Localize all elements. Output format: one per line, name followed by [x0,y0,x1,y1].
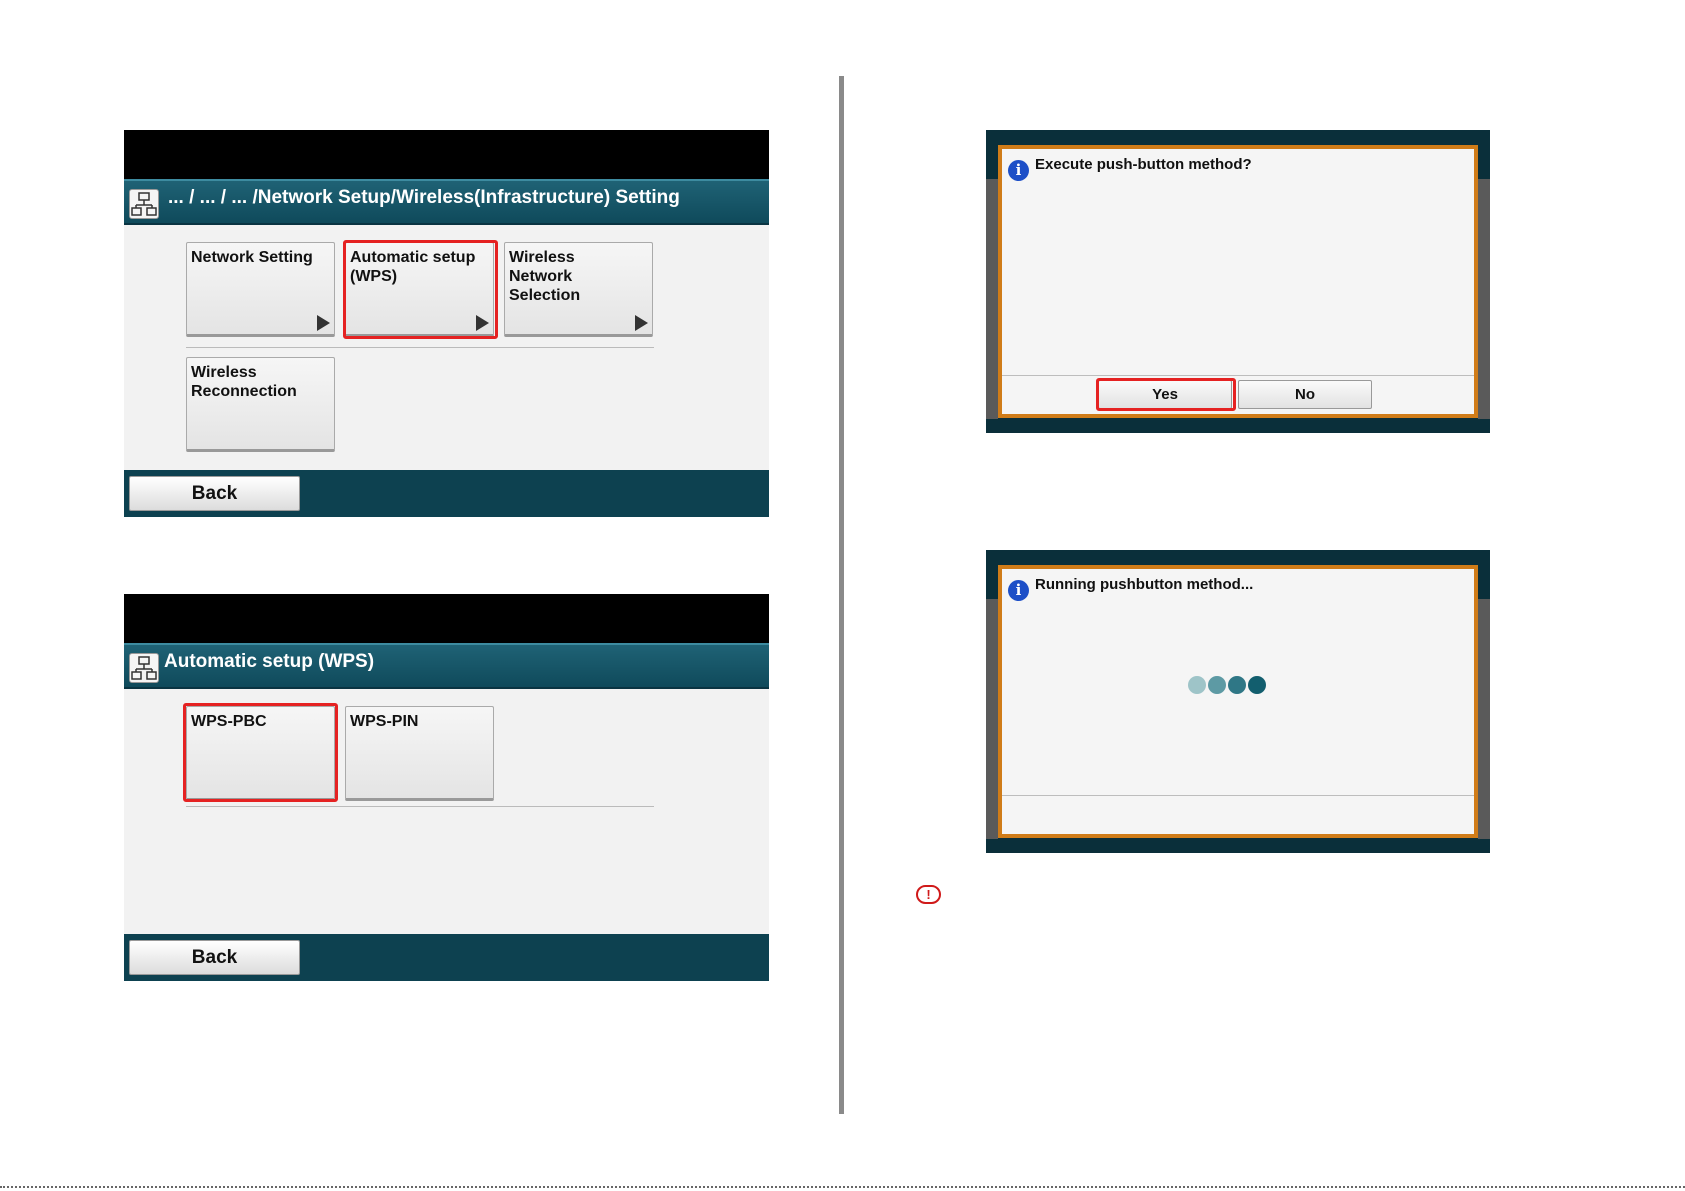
info-icon: i [1008,580,1029,601]
dialog-message: Running pushbutton method... [1035,576,1254,593]
arrow-right-icon [635,315,648,331]
background-edge [1478,599,1490,839]
highlight-frame [1096,378,1236,411]
tile-label: Wireless Network Selection [509,249,581,304]
row-separator [186,347,654,348]
network-icon [129,653,159,683]
back-button[interactable]: Back [129,476,300,511]
tile-wireless-network-selection[interactable]: Wireless Network Selection [504,242,653,337]
progress-dialog: i Running pushbutton method... [998,565,1478,838]
network-icon [129,189,159,219]
highlight-frame [343,240,498,339]
dialog-message: Execute push-button method? [1035,156,1252,173]
page-title: Automatic setup (WPS) [164,651,375,672]
loading-spinner [1188,674,1278,696]
status-bar [124,594,769,643]
background-edge [986,599,998,839]
title-bar: ... / ... / ... /Network Setup/Wireless(… [124,179,769,225]
status-bar [124,130,769,179]
panel-wireless-setting: ... / ... / ... /Network Setup/Wireless(… [124,130,769,517]
tile-network-setting[interactable]: Network Setting [186,242,335,337]
tile-label: WPS-PIN [350,713,419,730]
panel-automatic-setup-wps: Automatic setup (WPS) WPS-PBC WPS-PIN Ba… [124,594,769,981]
tile-label: Wireless Reconnection [191,364,297,400]
caution-icon: ! [916,885,941,904]
tile-wps-pin[interactable]: WPS-PIN [345,706,494,801]
menu-area: Network Setting Automatic setup (WPS) Wi… [124,225,769,470]
page-bottom-rule [0,1186,1685,1188]
no-button[interactable]: No [1238,380,1372,409]
page-title: ... / ... / ... /Network Setup/Wireless(… [168,187,680,208]
footer-bar: Back [124,934,769,981]
dialog-button-bar [1002,795,1474,834]
background-edge [986,179,998,419]
page-divider [839,76,844,1114]
arrow-right-icon [317,315,330,331]
tile-wireless-reconnection[interactable]: Wireless Reconnection [186,357,335,452]
spinner-dot [1188,676,1206,694]
panel-execute-dialog: i Execute push-button method? Yes No [986,130,1490,433]
confirm-dialog: i Execute push-button method? Yes No [998,145,1478,418]
menu-area: WPS-PBC WPS-PIN [124,689,769,934]
spinner-dot [1248,676,1266,694]
dialog-button-bar: Yes No [1002,375,1474,414]
panel-running-dialog: i Running pushbutton method... [986,550,1490,853]
info-icon: i [1008,160,1029,181]
title-bar: Automatic setup (WPS) [124,643,769,689]
row-separator [186,806,654,807]
highlight-frame [183,703,338,802]
spinner-dot [1208,676,1226,694]
footer-bar: Back [124,470,769,517]
tile-label: Network Setting [191,249,313,266]
back-button[interactable]: Back [129,940,300,975]
spinner-dot [1228,676,1246,694]
background-edge [1478,179,1490,419]
